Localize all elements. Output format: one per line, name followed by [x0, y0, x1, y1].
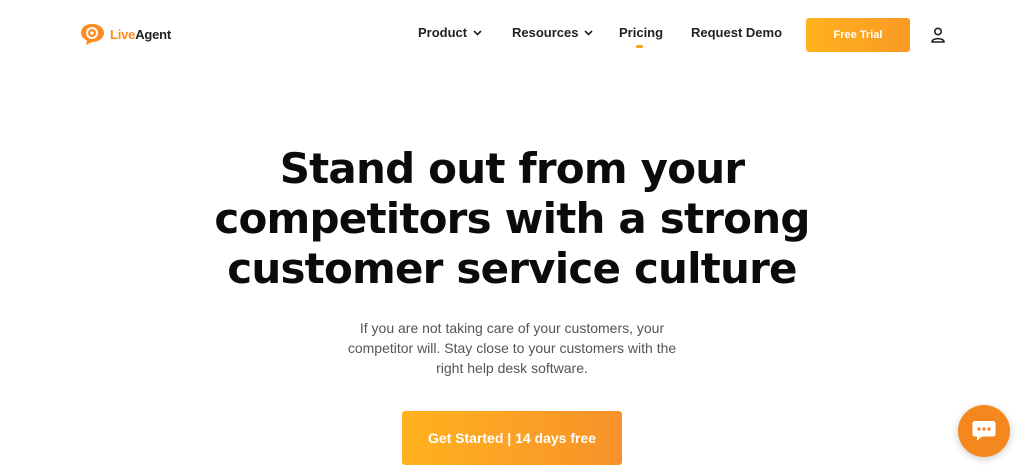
- nav-pricing[interactable]: Pricing: [619, 25, 663, 40]
- nav-request-demo[interactable]: Request Demo: [691, 25, 782, 40]
- hero-subtext-line: If you are not taking care of your custo…: [359, 320, 665, 336]
- chevron-down-icon: [584, 29, 594, 36]
- hero-headline: Stand out from your competitors with a s…: [162, 144, 862, 294]
- chat-bubble-icon: [972, 421, 996, 441]
- nav-resources[interactable]: Resources: [512, 25, 594, 40]
- free-trial-button[interactable]: Free Trial: [806, 18, 910, 52]
- nav-product-label: Product: [418, 25, 468, 40]
- user-icon[interactable]: [929, 26, 947, 44]
- brand-name-agent: Agent: [135, 26, 172, 42]
- chat-widget-button[interactable]: [958, 405, 1010, 457]
- chevron-down-icon: [473, 29, 482, 36]
- brand-name-live: Live: [110, 26, 136, 42]
- nav-pricing-label: Pricing: [619, 25, 664, 40]
- hero-headline-line: Stand out from your: [279, 144, 745, 193]
- hero-subtext-line: competitor will. Stay close to your cust…: [347, 340, 677, 356]
- top-navigation: LiveAgent Product Resources Pricing Requ…: [0, 0, 1024, 70]
- hero-headline-line: customer service culture: [227, 244, 797, 293]
- hero-subtext: If you are not taking care of your custo…: [312, 318, 712, 378]
- hero-headline-line: competitors with a strong: [214, 194, 810, 243]
- nav-product[interactable]: Product: [418, 25, 482, 40]
- nav-resources-label: Resources: [512, 25, 579, 40]
- hero-subtext-line: right help desk software.: [436, 360, 588, 376]
- active-indicator: [636, 45, 643, 48]
- liveagent-logo[interactable]: LiveAgent: [80, 22, 171, 46]
- nav-request-demo-label: Request Demo: [691, 25, 783, 40]
- liveagent-logo-icon: [80, 22, 106, 46]
- brand-name: LiveAgent: [110, 27, 171, 42]
- get-started-button[interactable]: Get Started | 14 days free: [402, 411, 622, 465]
